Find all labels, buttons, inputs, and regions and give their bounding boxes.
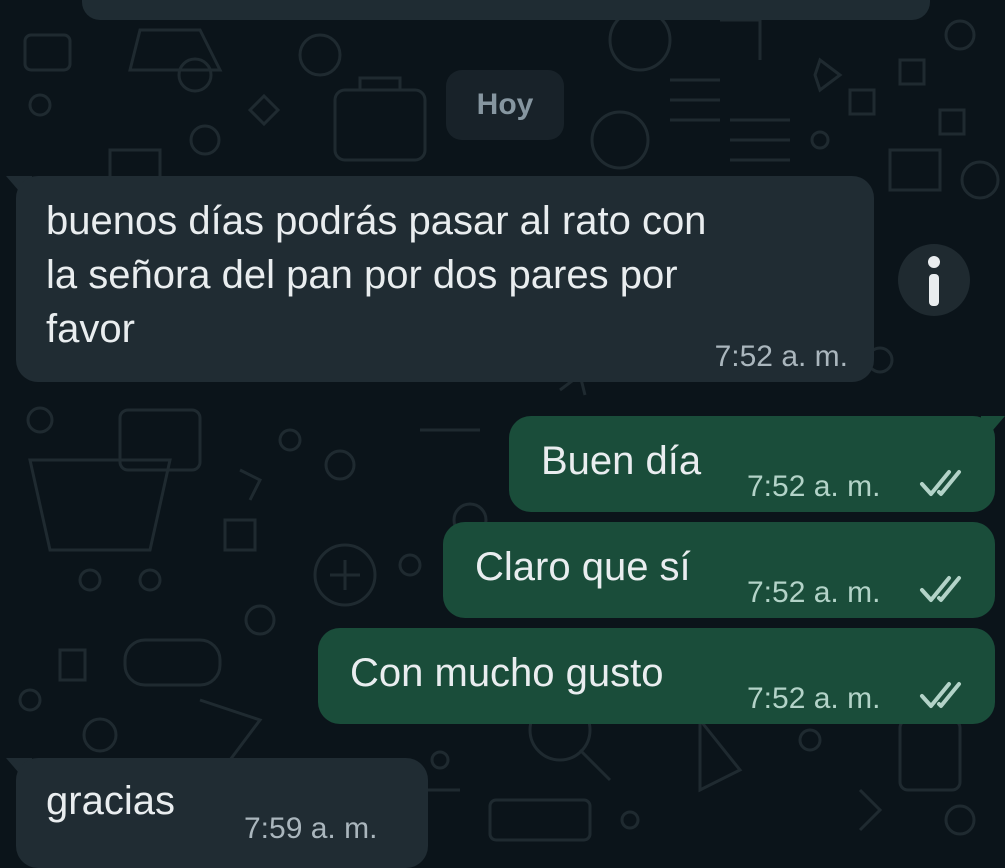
message-text: Con mucho gusto xyxy=(350,651,664,695)
outgoing-message[interactable]: Con mucho gusto 7:52 a. m. xyxy=(318,628,995,724)
double-check-icon xyxy=(920,470,961,496)
double-check-icon xyxy=(920,682,961,708)
message-text-line: buenos días podrás pasar al rato con xyxy=(46,199,707,243)
bubble-tail-outgoing xyxy=(981,416,1005,444)
message-time: 7:59 a. m. xyxy=(244,812,378,845)
message-time: 7:52 a. m. xyxy=(747,682,881,715)
outgoing-message[interactable]: Claro que sí 7:52 a. m. xyxy=(443,522,995,618)
incoming-message[interactable]: buenos días podrás pasar al rato con la … xyxy=(16,176,874,382)
message-text: gracias xyxy=(46,779,175,823)
message-text-line: la señora del pan por dos pares por xyxy=(46,253,678,297)
info-button[interactable] xyxy=(898,244,970,316)
date-separator: Hoy xyxy=(446,70,564,140)
outgoing-message[interactable]: Buen día 7:52 a. m. xyxy=(509,416,995,512)
previous-message-bubble xyxy=(82,0,930,20)
message-time: 7:52 a. m. xyxy=(747,576,881,609)
message-text: Claro que sí xyxy=(475,545,691,589)
message-time: 7:52 a. m. xyxy=(714,340,848,373)
message-text: Buen día xyxy=(541,439,702,483)
info-icon xyxy=(928,256,940,306)
incoming-message[interactable]: gracias 7:59 a. m. xyxy=(16,758,428,868)
message-text-line: favor xyxy=(46,307,135,351)
double-check-icon xyxy=(920,576,961,602)
message-time: 7:52 a. m. xyxy=(747,470,881,503)
